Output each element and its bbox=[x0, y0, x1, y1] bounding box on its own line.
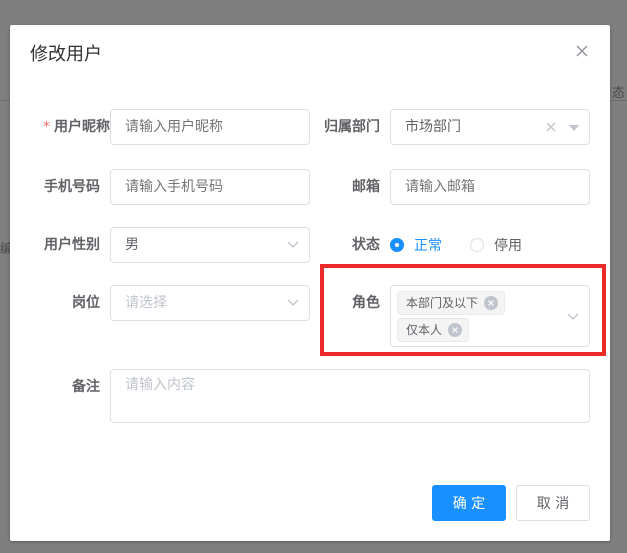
required-mark: * bbox=[43, 119, 50, 135]
radio-unchecked-icon bbox=[470, 238, 484, 252]
status-label: 状态 bbox=[352, 237, 380, 253]
status-radio-group: 正常 停用 bbox=[390, 227, 550, 263]
remark-label: 备注 bbox=[72, 379, 100, 395]
background-divider bbox=[0, 100, 10, 101]
post-placeholder: 请选择 bbox=[125, 295, 167, 311]
status-radio-disabled[interactable]: 停用 bbox=[470, 235, 522, 255]
background-divider bbox=[610, 100, 627, 101]
chevron-down-icon bbox=[287, 241, 299, 248]
status-option-label: 正常 bbox=[414, 238, 442, 254]
close-icon[interactable] bbox=[572, 41, 592, 61]
email-label: 邮箱 bbox=[352, 179, 380, 195]
dialog-title: 修改用户 bbox=[30, 44, 102, 65]
cancel-button[interactable]: 取 消 bbox=[516, 485, 590, 521]
chevron-down-icon bbox=[287, 299, 299, 306]
email-input[interactable] bbox=[390, 169, 590, 205]
post-select[interactable]: 请选择 bbox=[110, 285, 310, 321]
caret-down-icon bbox=[569, 125, 579, 131]
background-text-fragment: 态 bbox=[612, 86, 626, 101]
department-select[interactable]: 市场部门 bbox=[390, 109, 590, 145]
annotation-highlight-box bbox=[320, 264, 606, 356]
gender-label: 用户性别 bbox=[44, 237, 100, 253]
nickname-label: * 用户昵称 bbox=[40, 109, 110, 145]
nickname-input[interactable] bbox=[110, 109, 310, 145]
phone-label: 手机号码 bbox=[44, 179, 100, 195]
clear-icon[interactable] bbox=[545, 121, 557, 133]
radio-checked-icon bbox=[390, 238, 404, 252]
gender-value: 男 bbox=[125, 237, 139, 253]
post-label: 岗位 bbox=[72, 295, 100, 311]
department-value: 市场部门 bbox=[405, 119, 461, 135]
status-radio-normal[interactable]: 正常 bbox=[390, 235, 442, 255]
remark-textarea[interactable] bbox=[110, 369, 590, 423]
phone-input[interactable] bbox=[110, 169, 310, 205]
department-label: 归属部门 bbox=[324, 119, 380, 135]
nickname-label-text: 用户昵称 bbox=[54, 119, 110, 135]
gender-select[interactable]: 男 bbox=[110, 227, 310, 263]
confirm-button[interactable]: 确 定 bbox=[432, 485, 506, 521]
status-option-label: 停用 bbox=[494, 238, 522, 254]
